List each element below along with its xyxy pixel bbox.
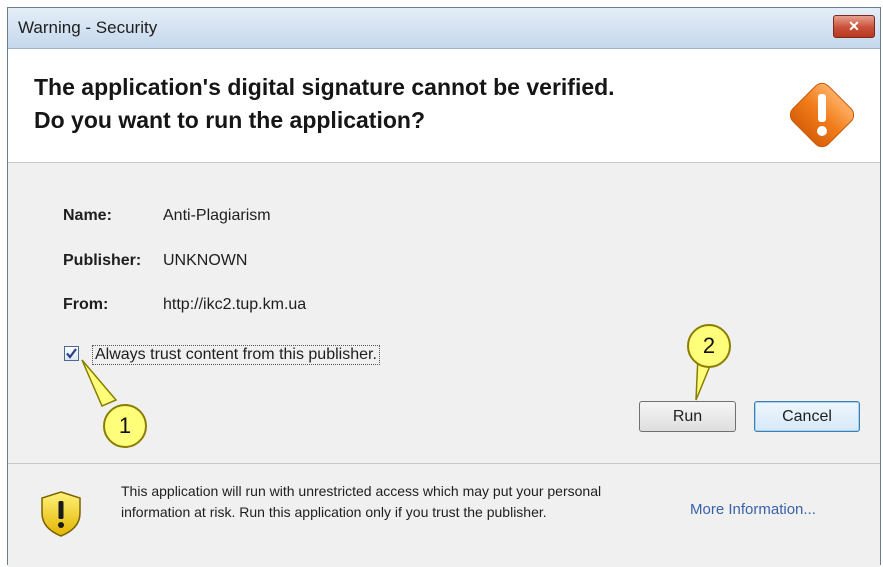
window-title: Warning - Security [18,18,158,37]
trust-checkbox[interactable] [64,346,79,361]
callout-1: 1 [103,404,147,448]
title-bar[interactable]: Warning - Security ✕ [8,8,880,49]
cancel-button[interactable]: Cancel [754,401,860,432]
header-panel: The application's digital signature cann… [8,49,880,163]
publisher-value: UNKNOWN [163,252,248,269]
name-label: Name: [63,207,112,224]
checkmark-icon [66,348,77,359]
from-label: From: [63,296,109,313]
close-button[interactable]: ✕ [833,15,875,38]
run-button[interactable]: Run [639,401,736,432]
callout-2: 2 [687,324,731,368]
shield-warning-icon [41,491,81,537]
headline: The application's digital signature cann… [34,71,734,137]
security-warning-dialog: Warning - Security ✕ The application's d… [7,7,881,567]
footer-panel: This application will run with unrestric… [8,463,880,567]
headline-line-2: Do you want to run the application? [34,107,425,133]
warning-icon [789,82,855,148]
name-value: Anti-Plagiarism [163,207,271,224]
risk-message: This application will run with unrestric… [121,483,602,520]
headline-line-1: The application's digital signature cann… [34,74,615,100]
more-information-link[interactable]: More Information... [690,501,816,518]
from-value: http://ikc2.tup.km.ua [163,296,307,313]
publisher-label: Publisher: [63,252,142,269]
